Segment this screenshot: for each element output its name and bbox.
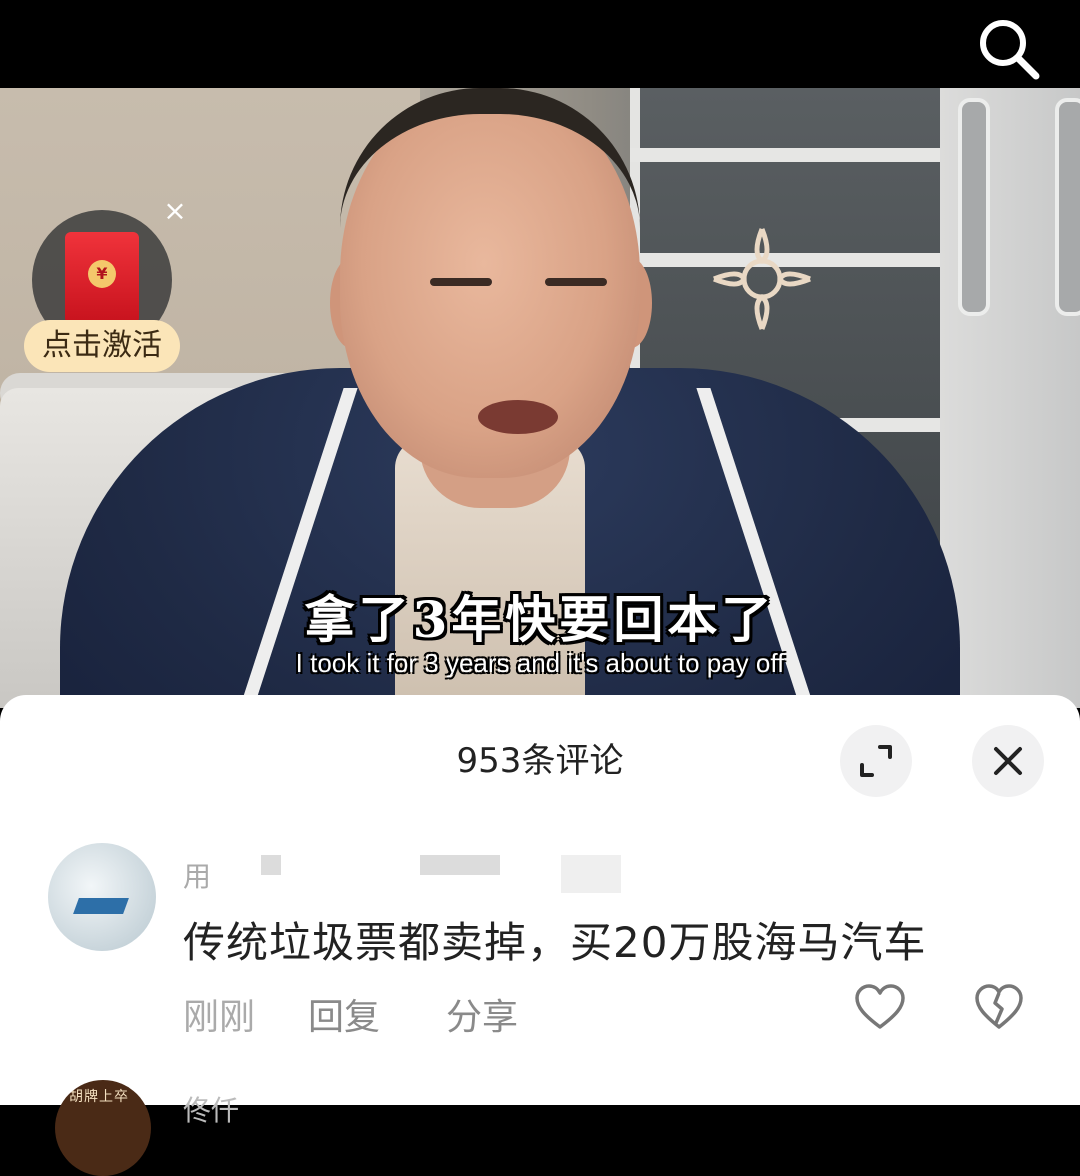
top-bar xyxy=(0,0,1080,88)
avatar[interactable] xyxy=(48,843,156,951)
username-blur xyxy=(561,855,621,893)
comment-username[interactable]: 佟仟 xyxy=(183,1089,239,1129)
broken-heart-icon[interactable] xyxy=(974,983,1024,1031)
expand-button[interactable] xyxy=(840,725,912,797)
close-icon[interactable]: × xyxy=(160,196,190,226)
video-door-handle xyxy=(958,98,990,316)
avatar-image xyxy=(73,898,129,914)
person-eye xyxy=(430,278,492,286)
username-blur xyxy=(261,855,281,875)
search-icon[interactable] xyxy=(974,14,1044,84)
comment-timestamp: 刚刚 xyxy=(183,997,256,1038)
username-blur xyxy=(420,855,500,875)
expand-icon xyxy=(860,745,892,777)
subtitle-english: I took it for 3 years and it's about to … xyxy=(295,648,785,678)
activate-button[interactable]: 点击激活 xyxy=(24,320,180,372)
close-icon xyxy=(994,747,1022,775)
avatar[interactable]: 胡牌上卒 xyxy=(55,1080,151,1176)
person-eye xyxy=(545,278,607,286)
red-envelope-icon: ¥ xyxy=(65,232,139,324)
person-mouth xyxy=(478,400,558,434)
comments-sheet: 953条评论 用 传统垃圾票都卖掉，买20万股海马汽车 刚刚 回复 分享 胡牌上… xyxy=(0,695,1080,1176)
wall-ornament xyxy=(713,228,811,330)
video-player[interactable]: 拿了3年快要回本了 I took it for 3 years and it's… xyxy=(0,88,1080,708)
comments-count-title: 953条评论 xyxy=(456,741,624,781)
share-button[interactable]: 分享 xyxy=(446,988,518,1040)
comment-username[interactable]: 用 xyxy=(183,855,643,895)
reply-button[interactable]: 回复 xyxy=(308,988,380,1040)
comment-text: 传统垃圾票都卖掉，买20万股海马汽车 xyxy=(183,918,927,967)
heart-icon[interactable] xyxy=(854,983,906,1031)
avatar-text: 胡牌上卒 xyxy=(69,1089,129,1105)
coin-icon: ¥ xyxy=(88,260,116,288)
subtitle-chinese: 拿了3年快要回本了 xyxy=(304,590,776,649)
video-door-handle xyxy=(1055,98,1080,316)
username-text: 用 xyxy=(183,860,212,893)
close-comments-button[interactable] xyxy=(972,725,1044,797)
video-window-bar xyxy=(630,148,950,162)
